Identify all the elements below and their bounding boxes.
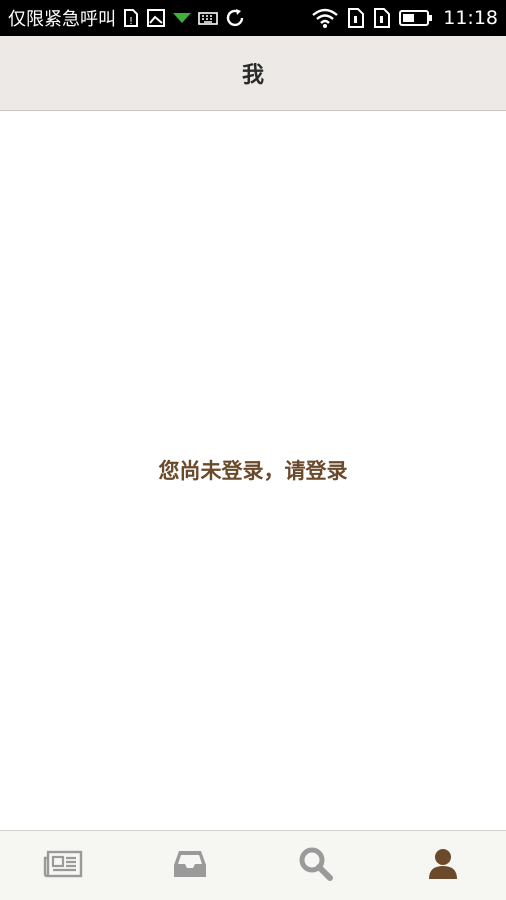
- battery-icon: [399, 6, 433, 30]
- sync-icon: [224, 6, 246, 30]
- sim-alert-icon: !: [122, 6, 140, 30]
- news-icon: [43, 850, 83, 882]
- svg-text:!: !: [129, 16, 133, 27]
- page-title: 我: [241, 63, 264, 88]
- bottom-tab-bar: [0, 830, 506, 900]
- sim1-icon: [347, 6, 365, 30]
- tab-search[interactable]: [253, 831, 380, 900]
- sim2-icon: [373, 6, 391, 30]
- status-bar: 仅限紧急呼叫 ! 11:18: [0, 0, 506, 36]
- title-bar: 我: [0, 36, 506, 111]
- carrier-text: 仅限紧急呼叫: [8, 9, 116, 30]
- tab-news[interactable]: [0, 831, 127, 900]
- wifi-icon: [311, 6, 339, 30]
- status-left: 仅限紧急呼叫 !: [8, 5, 246, 31]
- clock: 11:18: [443, 7, 498, 29]
- inbox-icon: [172, 849, 208, 883]
- tab-profile[interactable]: [380, 831, 506, 900]
- main-content: 您尚未登录，请登录: [0, 111, 506, 830]
- download-arrow-icon: [172, 6, 192, 30]
- keyboard-icon: [198, 6, 218, 30]
- status-right: 11:18: [311, 6, 498, 30]
- search-icon: [298, 846, 334, 886]
- tab-inbox[interactable]: [127, 831, 254, 900]
- app-screen: 仅限紧急呼叫 ! 11:18 我 您尚未登录，请登录: [0, 0, 506, 900]
- profile-icon: [428, 848, 458, 884]
- image-icon: [146, 6, 166, 30]
- login-prompt-link[interactable]: 您尚未登录，请登录: [0, 455, 506, 489]
